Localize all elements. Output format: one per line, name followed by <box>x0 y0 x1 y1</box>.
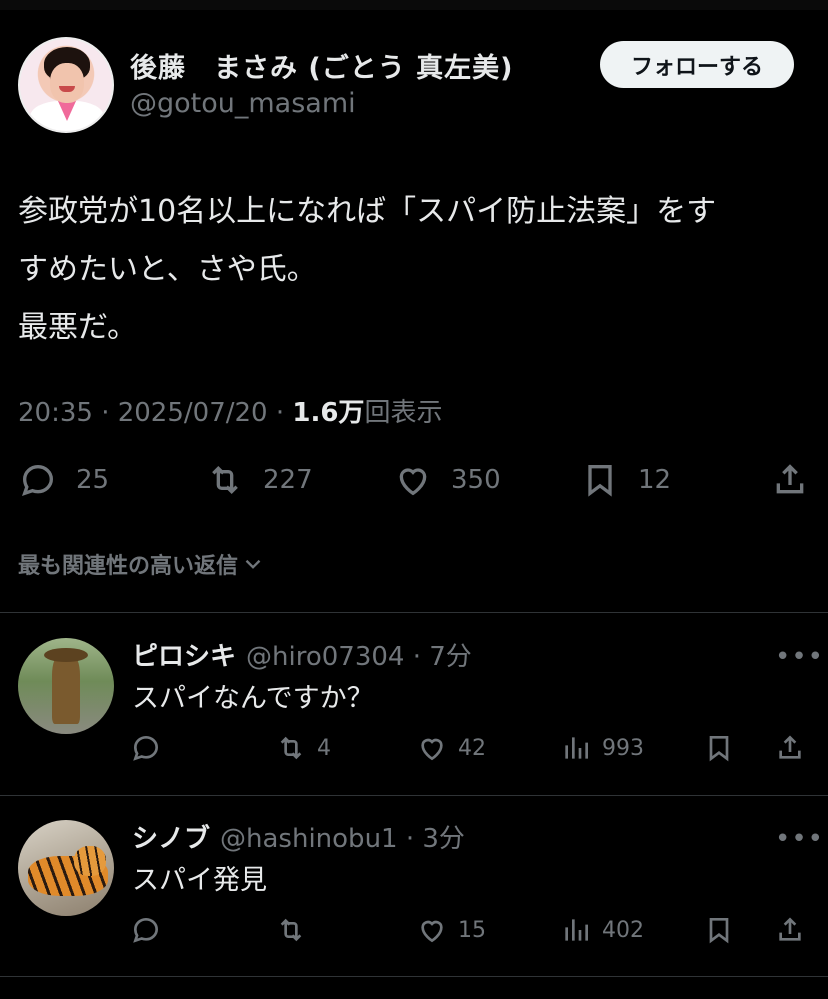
reply-time[interactable]: · 3分 <box>406 824 465 854</box>
status-bar-strip <box>0 0 828 10</box>
reply-button[interactable] <box>130 914 162 946</box>
like-count: 42 <box>458 735 486 761</box>
divider <box>0 612 828 613</box>
views-button[interactable]: 402 <box>560 914 644 946</box>
repost-button[interactable] <box>275 914 317 946</box>
views-count: 993 <box>602 735 644 761</box>
share-icon <box>776 464 804 494</box>
tweet-text: 参政党が10名以上になれば「スパイ防止法案」をす すめたいと、さや氏。 最悪だ。 <box>18 194 717 345</box>
views-button[interactable]: 993 <box>560 732 644 764</box>
tweet-actions: 25 227 350 12 <box>0 452 828 508</box>
like-count: 15 <box>458 917 486 943</box>
author-handle[interactable]: @gotou_masami <box>130 88 356 119</box>
view-count: 1.6万 <box>292 398 365 428</box>
author-display-name[interactable]: 後藤 まさみ (ごとう 真左美) <box>130 46 513 85</box>
reply-icon <box>133 917 159 943</box>
bookmark-count: 12 <box>638 465 672 495</box>
reply-count: 25 <box>76 465 110 495</box>
repost-count: 4 <box>317 735 331 761</box>
share-button[interactable] <box>774 732 806 764</box>
heart-icon <box>421 738 443 761</box>
reply-header: ピロシキ @hiro07304 · 7分 <box>132 636 472 673</box>
bookmark-button[interactable] <box>703 732 735 764</box>
reply-item[interactable]: ピロシキ @hiro07304 · 7分 ••• スパイなんですか？ 4 42 9… <box>0 614 828 794</box>
replies-sort-label: 最も関連性の高い返信 <box>18 554 239 579</box>
repost-button[interactable]: 4 <box>275 732 331 764</box>
repost-button[interactable]: 227 <box>205 460 313 500</box>
reply-button[interactable]: 25 <box>18 460 109 500</box>
chevron-down-icon <box>245 559 261 569</box>
divider <box>0 976 828 977</box>
tweet-timestamp[interactable]: 20:35 · 2025/07/20 · <box>18 398 292 428</box>
view-label: 回表示 <box>364 398 443 428</box>
reply-time[interactable]: · 7分 <box>413 642 472 672</box>
reply-author-handle[interactable]: @hiro07304 <box>246 642 404 672</box>
share-icon <box>779 735 801 759</box>
repost-icon <box>280 918 302 942</box>
author-avatar[interactable] <box>18 37 114 133</box>
follow-button[interactable]: フォローする <box>600 41 794 88</box>
heart-icon <box>399 468 427 496</box>
bookmark-icon <box>709 918 729 944</box>
reply-icon <box>133 735 159 761</box>
reply-author-name[interactable]: シノブ <box>132 824 210 854</box>
repost-icon <box>212 465 238 495</box>
like-button[interactable]: 42 <box>416 732 486 764</box>
share-icon <box>779 917 801 941</box>
reply-actions: 4 42 993 <box>0 732 828 772</box>
reply-author-name[interactable]: ピロシキ <box>132 642 236 672</box>
tweet-meta: 20:35 · 2025/07/20 · 1.6万回表示 <box>18 392 442 429</box>
more-options-icon[interactable]: ••• <box>775 642 824 672</box>
heart-icon <box>421 920 443 943</box>
bookmark-button[interactable] <box>703 914 735 946</box>
like-count: 350 <box>451 465 501 495</box>
reply-header: シノブ @hashinobu1 · 3分 <box>132 818 465 855</box>
reply-icon <box>21 464 54 497</box>
reply-button[interactable] <box>130 732 162 764</box>
bookmark-icon <box>709 736 729 762</box>
reply-author-handle[interactable]: @hashinobu1 <box>220 824 398 854</box>
repost-count: 227 <box>263 465 313 495</box>
views-chart-icon <box>565 737 588 759</box>
like-button[interactable]: 15 <box>416 914 486 946</box>
reply-text: スパイ発見 <box>132 865 267 896</box>
bookmark-icon <box>588 465 612 497</box>
more-options-icon[interactable]: ••• <box>775 824 824 854</box>
repost-icon <box>280 736 302 760</box>
bookmark-button[interactable]: 12 <box>580 460 671 500</box>
reply-avatar[interactable] <box>18 638 114 734</box>
reply-actions: 15 402 <box>0 914 828 954</box>
reply-text: スパイなんですか？ <box>132 683 374 714</box>
reply-avatar[interactable] <box>18 820 114 916</box>
share-button[interactable] <box>770 460 810 500</box>
reply-item[interactable]: シノブ @hashinobu1 · 3分 ••• スパイ発見 15 402 <box>0 796 828 976</box>
views-count: 402 <box>602 917 644 943</box>
views-chart-icon <box>565 919 588 941</box>
replies-sort-dropdown[interactable]: 最も関連性の高い返信 <box>18 548 266 580</box>
like-button[interactable]: 350 <box>393 460 501 500</box>
share-button[interactable] <box>774 914 806 946</box>
